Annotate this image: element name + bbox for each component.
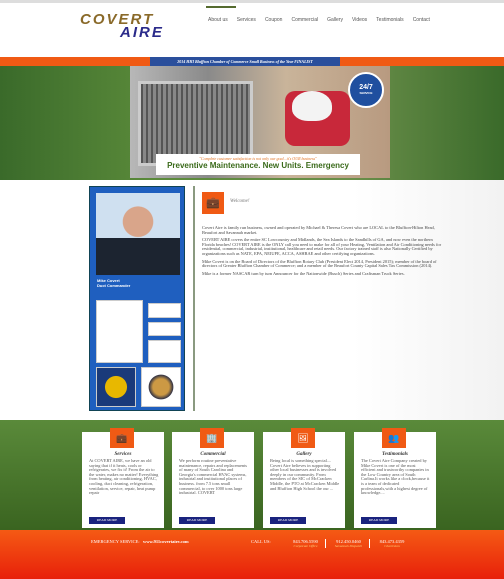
card-text: We perform routine preventative maintena… <box>179 458 248 496</box>
welcome-body: Covert Aire is family run business, owne… <box>202 225 442 279</box>
emergency-link[interactable]: www.911covertaire.com <box>143 539 189 544</box>
award-banner: 2014 HHI Bluffton Chamber of Commerce Sm… <box>150 57 340 66</box>
emergency-row: EMERGENCY SERVICE: www.911covertaire.com <box>91 539 189 544</box>
header: COVERT AIRE About us Services Coupon Commerc… <box>0 0 504 57</box>
footer: EMERGENCY SERVICE: www.911covertaire.com… <box>0 530 504 579</box>
nav-contact[interactable]: Contact <box>413 17 430 23</box>
service-card-testimonials: 👥 Testimonials The Covert Aire Company cre… <box>354 428 436 528</box>
phone-corporate[interactable]: 843.706.5590 Corporate Office <box>286 539 326 548</box>
read-more-button[interactable]: READ MORE <box>270 517 306 524</box>
phone-label: Savannah Dispatch <box>334 544 363 548</box>
briefcase-icon: 💼 <box>110 428 134 448</box>
partner-logo-2[interactable] <box>148 322 181 336</box>
service-card-gallery: 🖼 Gallery Being local is something special… <box>263 428 345 528</box>
paragraph: COVERT AIRE covers the entire SC Lowcoun… <box>202 237 442 256</box>
card-text: The Covert Aire Company created by Mike … <box>361 458 430 496</box>
hero-photo: 24/7 SERVICE "Complete customer satisfact… <box>130 66 390 178</box>
phone-label: Charleston <box>384 544 400 548</box>
welcome-title: Welcome! <box>230 199 250 204</box>
badge-sub: SERVICE <box>359 91 373 95</box>
card-text: Being local is something special.... Cov… <box>270 458 340 491</box>
seal-logo[interactable] <box>141 367 181 407</box>
phone-label: Corporate Office <box>293 544 318 548</box>
profile-name: Mike Covert Duct Commander <box>97 278 130 288</box>
business-circle-badge[interactable] <box>96 300 143 363</box>
card-title: Testimonials <box>382 452 408 457</box>
card-title: Services <box>114 452 132 457</box>
bluffton-logo[interactable] <box>148 340 181 363</box>
partner-logo-1[interactable] <box>148 303 181 318</box>
nav-gallery[interactable]: Gallery <box>327 17 343 23</box>
rotary-logo[interactable] <box>96 367 136 407</box>
profile-title: Duct Commander <box>97 283 131 288</box>
nav-videos[interactable]: Videos <box>352 17 367 23</box>
service-card-services: 💼 Services At COVERT AIRE, we have an old … <box>82 428 164 528</box>
nav-coupon[interactable]: Coupon <box>265 17 283 23</box>
phone-charleston[interactable]: 843.473.4359 Charleston <box>372 539 412 548</box>
nav-commercial[interactable]: Commercial <box>291 17 318 23</box>
award-strip: 2014 HHI Bluffton Chamber of Commerce Sm… <box>0 57 504 66</box>
emergency-label: EMERGENCY SERVICE: <box>91 539 140 544</box>
hero-tagline: Preventive Maintenance. New Units. Emerg… <box>167 161 349 170</box>
read-more-button[interactable]: READ MORE <box>361 517 397 524</box>
logo-line2: AIRE <box>120 24 164 41</box>
building-icon: 🏢 <box>200 428 224 448</box>
hero: 24/7 SERVICE "Complete customer satisfact… <box>0 66 504 180</box>
paragraph: Covert Aire is family run business, owne… <box>202 225 435 235</box>
nav-services[interactable]: Services <box>237 17 256 23</box>
phone-savannah[interactable]: 912.450.0460 Savannah Dispatch <box>328 539 370 548</box>
logo[interactable]: COVERT AIRE <box>80 11 164 41</box>
users-icon: 👥 <box>382 428 406 448</box>
card-title: Gallery <box>296 452 312 457</box>
hero-tagline-box: "Complete customer satisfaction is not o… <box>156 154 360 175</box>
profile-card: Mike Covert Duct Commander <box>89 186 185 411</box>
call-label: CALL US: <box>251 539 271 544</box>
profile-photo <box>96 193 180 275</box>
nav-about[interactable]: About us <box>208 17 228 23</box>
card-text: At COVERT AIRE, we have an old saying th… <box>89 458 159 496</box>
paragraph: Mike Covert is on the Board of Directors… <box>202 258 437 269</box>
nav-testimonials[interactable]: Testimonials <box>376 17 404 23</box>
badge-main: 24/7 <box>359 84 373 91</box>
paragraph: Mike is a former NASCAR turn by turn Ann… <box>202 270 405 276</box>
main-content: Mike Covert Duct Commander 💼 Welcome! Cov… <box>0 180 504 420</box>
read-more-button[interactable]: READ MORE <box>179 517 215 524</box>
active-indicator <box>206 6 236 8</box>
hardhat-image <box>292 91 332 121</box>
main-nav: About us Services Coupon Commercial Gallery V… <box>206 6 458 41</box>
card-title: Commercial <box>200 452 226 457</box>
divider <box>193 186 195 411</box>
service-badge: 24/7 SERVICE <box>348 72 384 108</box>
services-band: 💼 Services At COVERT AIRE, we have an old … <box>0 420 504 530</box>
read-more-button[interactable]: READ MORE <box>89 517 125 524</box>
service-card-commercial: 🏢 Commercial We perform routine preventati… <box>172 428 254 528</box>
briefcase-icon: 💼 <box>202 192 224 214</box>
image-icon: 🖼 <box>291 428 315 448</box>
